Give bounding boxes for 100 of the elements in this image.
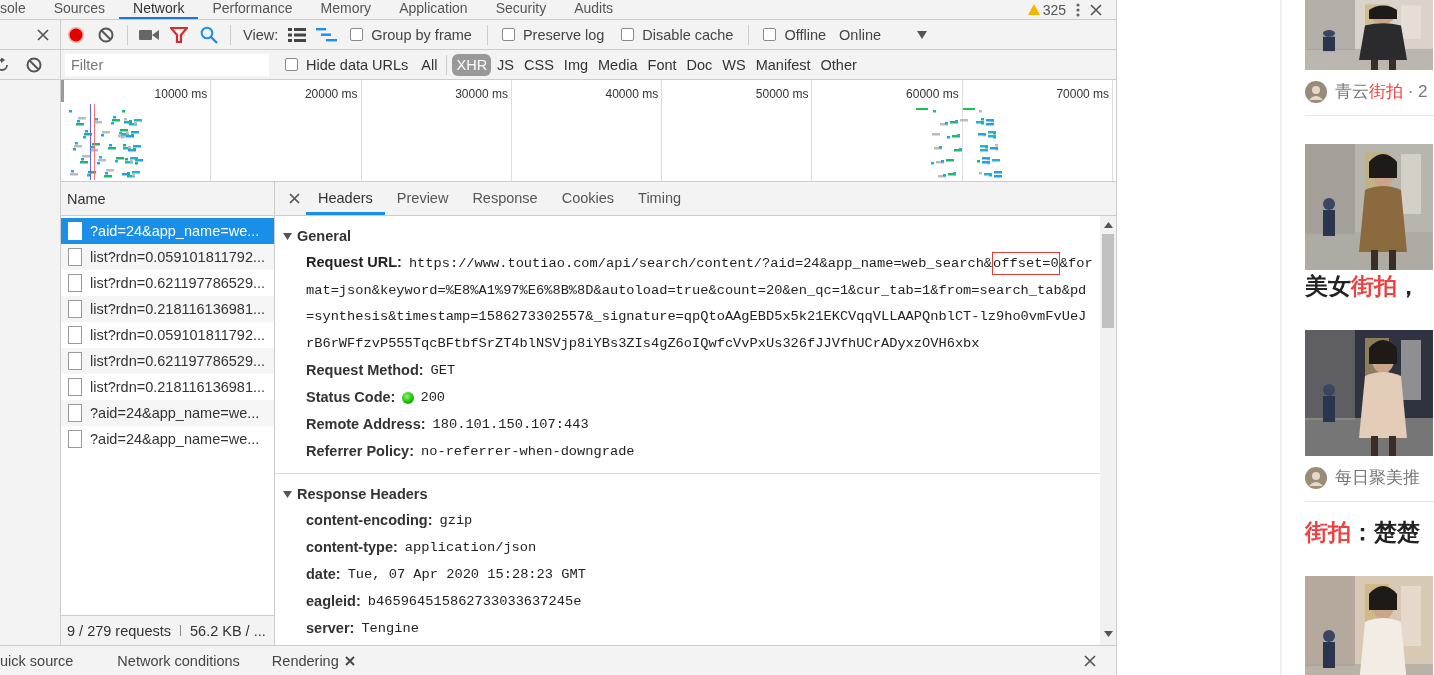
header-name: server:: [306, 619, 355, 638]
header-value: b465964515862733033637245e: [367, 593, 582, 611]
request-row[interactable]: list?rdn=0.059101811792...: [61, 244, 274, 270]
request-row[interactable]: list?rdn=0.218116136981...: [61, 374, 274, 400]
request-url: Request URL: https://www.toutiao.com/api/search/content/?aid=24&app_name=web_search&offset=0&format=json&keyword=%E8%A1%97%E6%8B%8D&autoload=true&count=20&en_qc=1&cur_tab=1&from=search_tab&pd=synthesis&timestamp=1586273302557&_signature=qpQtoAAgEBD5x5k21EKCVqqVLLAAPQnblCT-lz9ho0vmFvUeJrB6rWFfzvP555TqcBFtbfSrZT4blNSVjp8iYBs3ZIs4gZ6oIQwfcVvPxUs326fJJVfhUCrADyxzOVH6xbx: [306, 251, 1094, 353]
file-icon: [68, 378, 82, 396]
column-header[interactable]: Name: [67, 190, 106, 207]
header-name: Request Method:: [306, 361, 424, 380]
request-count: 9 / 279 requests: [67, 622, 171, 639]
section-header[interactable]: Response Headers: [275, 484, 1100, 504]
panel-tab[interactable]: Performance: [198, 0, 307, 19]
section-header[interactable]: General: [275, 226, 1100, 246]
detail-tab[interactable]: Headers: [306, 184, 385, 215]
header-value: Tue, 07 Apr 2020 15:28:23 GMT: [347, 566, 586, 584]
status-dot-icon: [402, 391, 415, 404]
search-icon: [200, 25, 218, 44]
header-value: gzip: [439, 512, 473, 530]
detail-tab[interactable]: Timing: [626, 184, 694, 215]
time-tick: 20000 ms: [304, 87, 358, 101]
header-name: content-encoding:: [306, 511, 433, 530]
warning-count[interactable]: 325: [1042, 1, 1066, 18]
author-name[interactable]: 青云街拍 · 2: [1335, 80, 1428, 103]
toggle-checkbox[interactable]: Group by frame: [350, 26, 472, 43]
panel-tab[interactable]: Security: [481, 0, 561, 19]
type-filter[interactable]: Media: [594, 53, 642, 76]
toggle-checkbox[interactable]: Offline: [763, 26, 827, 43]
panel-tab[interactable]: Audits: [560, 0, 628, 19]
type-filter[interactable]: Img: [559, 53, 593, 76]
header-name: Referrer Policy:: [306, 442, 414, 461]
block-icon[interactable]: [26, 56, 42, 73]
type-filter[interactable]: JS: [493, 53, 519, 76]
drawer-tab[interactable]: Network conditions: [101, 652, 256, 669]
funnel-icon: [170, 26, 188, 43]
scrollbar[interactable]: [1100, 216, 1116, 645]
detail-tab[interactable]: Response: [460, 184, 550, 215]
caret-icon: [917, 30, 927, 39]
header-name: date:: [306, 565, 341, 584]
avatar-icon: [1305, 466, 1327, 489]
type-filter[interactable]: Manifest: [751, 53, 815, 76]
caret-icon[interactable]: [283, 232, 292, 240]
waterfall-icon: [316, 27, 339, 42]
time-tick: 60000 ms: [906, 87, 959, 101]
header-name: Status Code:: [306, 388, 396, 407]
file-icon: [68, 352, 82, 370]
close-icon: [1084, 654, 1096, 667]
transfer-size: 56.2 KB / ...: [190, 622, 266, 639]
header-name: content-type:: [306, 538, 398, 557]
filter-field[interactable]: Filter: [65, 53, 269, 76]
author-name[interactable]: 每日聚美推: [1335, 466, 1420, 489]
more-icon[interactable]: [1076, 2, 1080, 17]
panel-tab[interactable]: Sources: [39, 0, 120, 19]
type-filter[interactable]: Other: [816, 53, 861, 76]
hide-data-urls-checkbox[interactable]: Hide data URLs: [285, 56, 409, 73]
time-tick: 40000 ms: [605, 87, 659, 101]
toggle-checkbox[interactable]: Disable cache: [621, 26, 734, 43]
file-icon: [68, 274, 82, 292]
panel-tab[interactable]: sole: [0, 0, 40, 19]
caret-icon[interactable]: [283, 490, 292, 498]
type-filter[interactable]: CSS: [520, 53, 558, 76]
file-icon: [68, 430, 82, 448]
detail-tab[interactable]: Cookies: [549, 184, 627, 215]
record-icon: [67, 25, 85, 44]
type-filter[interactable]: All: [417, 53, 442, 76]
header-name: Remote Address:: [306, 415, 426, 434]
list-icon: [288, 27, 307, 42]
header-value: 200: [420, 389, 446, 407]
article-title[interactable]: 美女街拍，: [1305, 272, 1434, 300]
close-icon[interactable]: [36, 27, 50, 42]
type-filter[interactable]: Doc: [682, 53, 717, 76]
header-name: eagleid:: [306, 592, 361, 611]
request-row[interactable]: list?rdn=0.059101811792...: [61, 322, 274, 348]
panel-tab[interactable]: Memory: [306, 0, 386, 19]
close-icon[interactable]: [344, 655, 355, 666]
time-tick: 70000 ms: [1056, 87, 1110, 101]
request-row[interactable]: list?rdn=0.621197786529...: [61, 270, 274, 296]
drawer-tab[interactable]: uick source: [0, 652, 90, 669]
close-icon: [289, 193, 300, 204]
request-row[interactable]: list?rdn=0.621197786529...: [61, 348, 274, 374]
header-value: 180.101.150.107:443: [432, 416, 589, 434]
down-arrow-icon[interactable]: [1103, 631, 1113, 637]
type-filter[interactable]: WS: [718, 53, 750, 76]
toggle-checkbox[interactable]: Preserve log: [501, 26, 605, 43]
request-row[interactable]: ?aid=24&app_name=we...: [61, 400, 274, 426]
scrollbar-thumb[interactable]: [1102, 234, 1114, 328]
avatar-icon: [1305, 80, 1327, 103]
file-icon: [68, 222, 82, 240]
detail-tab[interactable]: Preview: [384, 184, 461, 215]
file-icon: [68, 300, 82, 318]
reload-icon[interactable]: [0, 57, 8, 72]
request-row[interactable]: list?rdn=0.218116136981...: [61, 296, 274, 322]
panel-tab[interactable]: Application: [385, 0, 482, 19]
file-icon: [68, 248, 82, 266]
header-value: GET: [430, 362, 456, 380]
drawer-tab[interactable]: Rendering: [255, 652, 371, 669]
request-row[interactable]: ?aid=24&app_name=we...: [61, 426, 274, 452]
close-icon[interactable]: [1090, 3, 1102, 16]
up-arrow-icon[interactable]: [1103, 222, 1113, 228]
throttling-dropdown[interactable]: Online: [839, 22, 927, 47]
type-filter[interactable]: Font: [643, 53, 681, 76]
article-title[interactable]: 街拍：楚楚: [1305, 518, 1434, 546]
